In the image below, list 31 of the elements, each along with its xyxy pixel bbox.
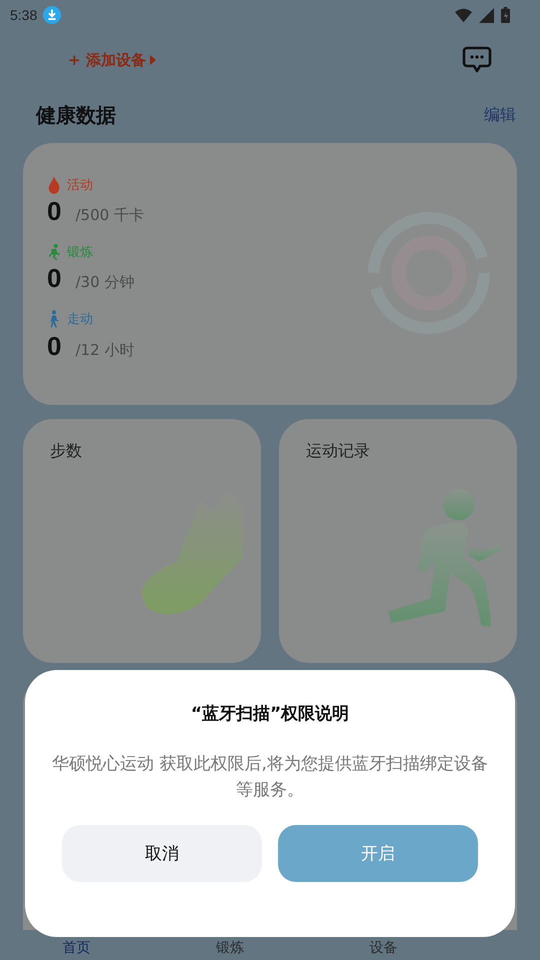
caret-icon: [150, 55, 156, 65]
nav-tab[interactable]: 首页: [62, 939, 91, 957]
workout-card[interactable]: 运动记录: [279, 419, 517, 663]
metric-label: 走动: [67, 311, 93, 328]
activity-card[interactable]: 活动 0 /500 千卡 锻炼 0 /30 分钟 走动 0 /12 小时: [23, 143, 517, 405]
signal-icon: [478, 8, 495, 22]
battery-icon: [501, 7, 510, 23]
dialog-message: 华硕悦心运动 获取此权限后,将为您提供蓝牙扫描绑定设备等服务。: [51, 753, 489, 802]
metric-goal: /12 小时: [75, 340, 134, 360]
nav-tab[interactable]: 设备: [369, 939, 398, 957]
metric-goal: /30 分钟: [75, 273, 134, 292]
wifi-icon: [455, 8, 472, 22]
dialog-title: “蓝牙扫描”权限说明: [190, 703, 350, 725]
card-title: 运动记录: [306, 441, 370, 460]
metric-label: 活动: [67, 176, 93, 194]
steps-card[interactable]: 步数: [23, 419, 261, 663]
metric-label: 锻炼: [67, 244, 93, 261]
status-time: 5:38: [10, 7, 38, 23]
nav-tab[interactable]: 锻炼: [216, 939, 244, 957]
message-icon[interactable]: [462, 46, 492, 74]
confirm-button[interactable]: 开启: [278, 825, 478, 882]
card-title: 步数: [50, 441, 82, 460]
edit-link[interactable]: 编辑: [484, 104, 516, 126]
download-icon: [43, 6, 62, 24]
metric-goal: /500 千卡: [75, 206, 144, 226]
add-device-link[interactable]: + 添加设备: [68, 50, 146, 70]
cancel-button[interactable]: 取消: [62, 825, 262, 882]
metric-value: 0: [47, 263, 62, 294]
metric-value: 0: [47, 330, 62, 362]
metric-value: 0: [47, 196, 62, 228]
section-title: 健康数据: [36, 102, 116, 128]
